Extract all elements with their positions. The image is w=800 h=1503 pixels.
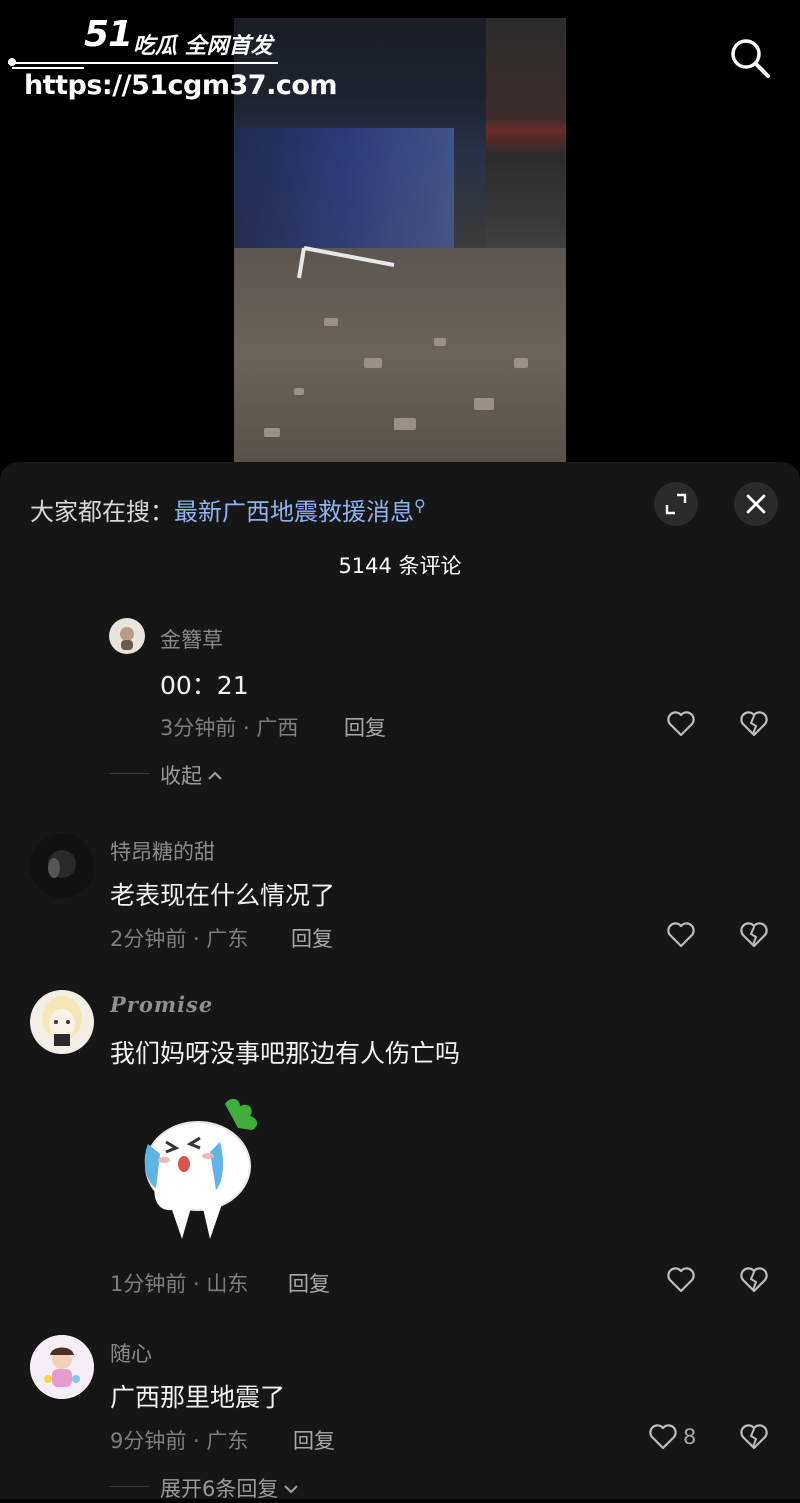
- watermark-line: [8, 62, 278, 64]
- broken-heart-icon[interactable]: [739, 709, 769, 739]
- comment-meta: 9分钟前 · 广东: [110, 1429, 249, 1453]
- fallen-pole: [297, 246, 395, 279]
- collapse-label: 收起: [160, 764, 202, 788]
- reply-button[interactable]: 回复: [293, 1425, 335, 1455]
- broken-heart-icon[interactable]: [739, 920, 769, 950]
- video-wall: [486, 18, 566, 268]
- search-icon: [731, 39, 770, 78]
- expand-replies-label: 展开6条回复: [160, 1477, 279, 1501]
- heart-icon[interactable]: [666, 1265, 696, 1295]
- comment-count: 5144 条评论: [338, 554, 462, 578]
- like-count: 8: [683, 1425, 697, 1449]
- search-small-icon: ⚲: [414, 496, 426, 515]
- reply-button[interactable]: 回复: [291, 923, 333, 953]
- comment-username[interactable]: 特昂糖的甜: [110, 836, 215, 866]
- divider: [109, 1486, 149, 1487]
- comment-meta: 2分钟前 · 广东: [110, 927, 249, 951]
- chevron-down-icon: [284, 1485, 299, 1494]
- comment-username[interactable]: 随心: [110, 1338, 152, 1368]
- comment-username[interactable]: Promise: [110, 992, 213, 1017]
- heart-icon[interactable]: [666, 709, 696, 739]
- comment-text: 广西那里地震了: [110, 1383, 286, 1412]
- chevron-up-icon: [208, 771, 222, 780]
- avatar[interactable]: [30, 990, 94, 1054]
- comment-meta: 3分钟前 · 广西: [160, 716, 299, 740]
- reply-button[interactable]: 回复: [288, 1268, 330, 1298]
- comment-text: 老表现在什么情况了: [110, 881, 336, 910]
- avatar[interactable]: [30, 834, 94, 898]
- watermark: 51 吃瓜 全网首发 https://51cgm37.com: [8, 14, 338, 109]
- watermark-tagline: 吃瓜 全网首发: [133, 34, 273, 59]
- comment-sheet: 大家都在搜：最新广西地震救援消息⚲ 5144 条评论 金簪草 00：21 3分钟…: [0, 462, 800, 1501]
- watermark-url: https://51cgm37.com: [24, 70, 338, 101]
- heart-icon[interactable]: [648, 1422, 678, 1452]
- watermark-line-2: [12, 67, 84, 69]
- reply-button[interactable]: 回复: [344, 712, 386, 742]
- search-suggestion[interactable]: 大家都在搜：最新广西地震救援消息⚲: [30, 492, 426, 527]
- search-suggestion-prefix: 大家都在搜：: [30, 498, 174, 526]
- comment-text: 00：21: [160, 671, 249, 700]
- crying-radish-sticker: [130, 1094, 280, 1244]
- comment-username[interactable]: 金簪草: [160, 624, 223, 654]
- broken-heart-icon[interactable]: [739, 1422, 769, 1452]
- divider: [109, 773, 149, 774]
- expand-button[interactable]: [654, 482, 698, 526]
- search-button[interactable]: [728, 36, 772, 80]
- avatar[interactable]: [109, 618, 145, 654]
- broken-heart-icon[interactable]: [739, 1265, 769, 1295]
- comment-meta: 1分钟前 · 山东: [110, 1272, 249, 1296]
- watermark-logo: 51: [84, 14, 133, 55]
- avatar[interactable]: [30, 1335, 94, 1399]
- expand-icon: [665, 493, 687, 515]
- collapse-replies-button[interactable]: 收起: [160, 760, 224, 790]
- comment-text: 我们妈呀没事吧那边有人伤亡吗: [110, 1039, 461, 1068]
- close-button[interactable]: [734, 482, 778, 526]
- search-suggestion-link[interactable]: 最新广西地震救援消息: [174, 498, 414, 526]
- close-icon: [746, 494, 766, 514]
- heart-icon[interactable]: [666, 920, 696, 950]
- video-tarp: [234, 128, 454, 248]
